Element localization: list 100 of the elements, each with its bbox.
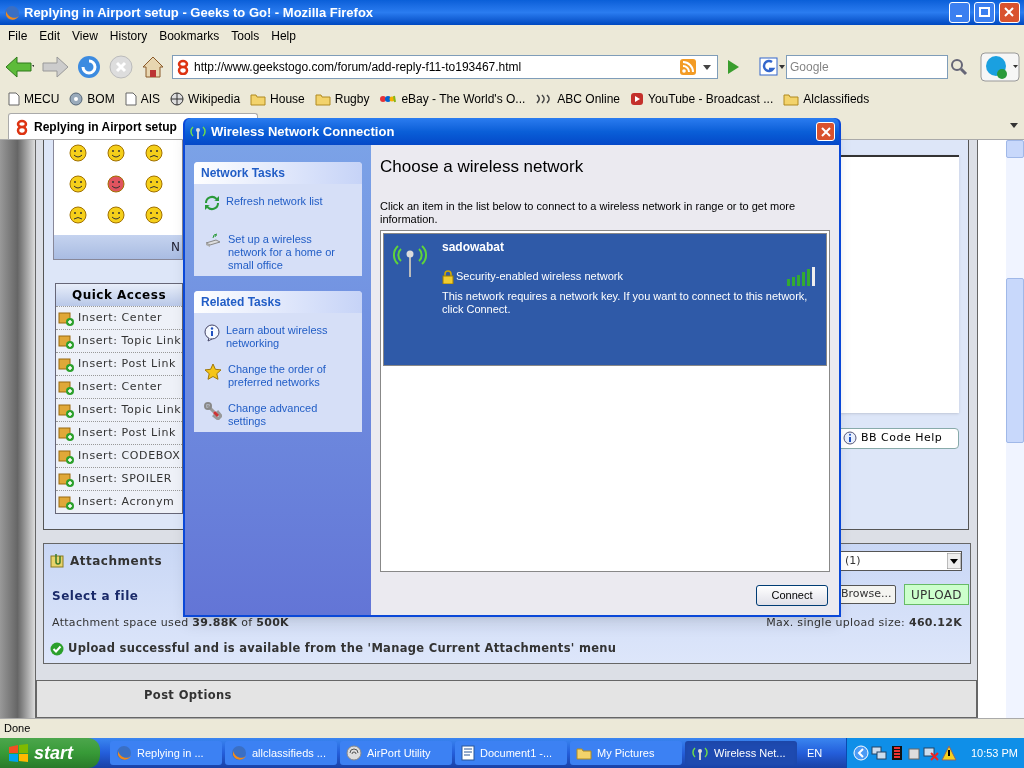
task-link[interactable]: Change advanced settings <box>228 402 352 428</box>
bookmark-link[interactable]: BOM <box>69 90 115 108</box>
menu-item[interactable]: Help <box>265 27 302 45</box>
bookmark-link[interactable]: Wikipedia <box>170 90 241 108</box>
plus-box-icon <box>58 494 74 510</box>
file-dropdown[interactable]: (1) <box>840 551 962 571</box>
disconnected-icon[interactable] <box>923 745 939 761</box>
smiley-icon[interactable] <box>144 142 164 162</box>
wrench-icon <box>204 402 222 420</box>
task-link[interactable]: Learn about wireless networking <box>226 324 352 350</box>
address-field[interactable]: http://www.geekstogo.com/forum/add-reply-f11-to193467.html <box>172 55 718 79</box>
bookmark-link[interactable]: MECU <box>8 90 60 108</box>
menu-item[interactable]: File <box>2 27 34 45</box>
panel-title: Related Tasks <box>201 294 281 311</box>
dialog-heading: Choose a wireless network <box>380 156 585 178</box>
smiley-icon[interactable] <box>68 142 88 162</box>
task-link[interactable]: Set up a wireless network for a home or small office <box>228 233 352 272</box>
maximize-icon[interactable] <box>979 7 990 18</box>
back-icon[interactable] <box>4 55 34 79</box>
panel-title: Post Options <box>144 687 232 704</box>
menu-item[interactable]: Bookmarks <box>153 27 226 45</box>
info-icon <box>843 430 857 447</box>
reload-icon[interactable] <box>76 54 102 80</box>
search-icon[interactable] <box>948 56 970 78</box>
taskbar-button[interactable]: Wireless Net... <box>685 741 797 765</box>
quick-access-item[interactable]: Insert: Post Link <box>56 352 182 375</box>
ebay-logo-icon <box>379 93 398 105</box>
maximize-button[interactable] <box>974 2 995 23</box>
document-icon <box>461 745 475 761</box>
emoticons-link[interactable]: N <box>171 238 180 256</box>
chat-icon[interactable] <box>980 52 1020 82</box>
drive-icon[interactable] <box>907 745 921 761</box>
bookmark-link[interactable]: Rugby <box>314 90 370 108</box>
bookmark-link[interactable]: YouTube - Broadcast ... <box>630 90 774 108</box>
minimize-button[interactable] <box>949 2 970 23</box>
smiley-icon[interactable] <box>68 204 88 224</box>
taskbar-button[interactable]: Document1 -... <box>455 741 567 765</box>
smiley-icon[interactable] <box>106 173 126 193</box>
menu-item[interactable]: Tools <box>225 27 266 45</box>
smiley-icon[interactable] <box>144 173 164 193</box>
smiley-icon[interactable] <box>68 173 88 193</box>
warning-icon[interactable] <box>941 745 957 761</box>
quick-access-item[interactable]: Insert: SPOILER <box>56 467 182 490</box>
meter-icon[interactable] <box>889 745 905 761</box>
quick-access-item[interactable]: Insert: CODEBOX <box>56 444 182 467</box>
status-text: Done <box>4 721 31 737</box>
folder-icon <box>783 92 800 106</box>
task-link[interactable]: Change the order of preferred networks <box>228 363 352 389</box>
smiley-icon[interactable] <box>144 204 164 224</box>
bookmark-link[interactable]: eBay - The World's O... <box>379 90 526 108</box>
wifi-icon <box>346 745 362 761</box>
task-link[interactable]: Refresh network list <box>226 195 352 208</box>
instructions-text: Click an item in the list below to connect to a wireless network in range or to get more information. <box>380 199 797 226</box>
search-field[interactable]: Google <box>786 55 948 79</box>
quick-access-item[interactable]: Insert: Center <box>56 375 182 398</box>
chevron-icon[interactable] <box>853 745 869 761</box>
close-button[interactable] <box>816 122 835 141</box>
network-description: This network requires a network key. If you want to connect to this network, click Connect. <box>442 289 809 316</box>
close-button[interactable] <box>999 2 1020 23</box>
network-icon[interactable] <box>871 745 887 761</box>
site-icon <box>15 118 29 135</box>
taskbar-button[interactable]: allclassifieds ... <box>225 741 337 765</box>
menu-item[interactable]: History <box>103 27 154 45</box>
menu-item[interactable]: Edit <box>33 27 67 45</box>
quick-access-item[interactable]: Insert: Topic Link <box>56 398 182 421</box>
dropdown-icon <box>947 553 961 569</box>
language-indicator[interactable]: EN <box>807 746 823 759</box>
taskbar-button[interactable]: AirPort Utility <box>340 741 452 765</box>
search-engine-icon[interactable] <box>758 56 786 78</box>
router-icon <box>204 233 222 249</box>
taskbar-button[interactable]: Replying in ... <box>110 741 222 765</box>
network-item[interactable]: sadowabat Security-enabled wireless network This network requires a network key. If you want to connect to this network, click Connect. <box>383 232 827 366</box>
scrollbar[interactable] <box>1006 140 1024 718</box>
connect-button[interactable]: Connect <box>756 584 828 606</box>
home-icon[interactable] <box>140 54 166 80</box>
bookmark-link[interactable]: AIS <box>124 90 161 108</box>
smiley-icon[interactable] <box>106 204 126 224</box>
window-title: Replying in Airport setup - Geeks to Go! - Mozilla Firefox <box>24 3 375 22</box>
taskbar-button[interactable]: My Pictures <box>570 741 682 765</box>
antenna-icon <box>189 124 207 139</box>
quick-access-item[interactable]: Insert: Acronym <box>56 490 182 513</box>
upload-button[interactable]: UPLOAD <box>904 584 969 605</box>
start-button[interactable]: start <box>0 738 100 768</box>
windows-logo-icon <box>8 743 30 763</box>
quick-access-item[interactable]: Insert: Post Link <box>56 421 182 444</box>
scroll-thumb[interactable] <box>1006 278 1024 443</box>
plus-box-icon <box>58 333 74 349</box>
close-icon[interactable] <box>1004 7 1015 18</box>
clock: 10:53 PM <box>970 745 1018 761</box>
bookmark-link[interactable]: ABC Online <box>535 90 621 108</box>
bookmark-link[interactable]: House <box>250 90 305 108</box>
network-name: sadowabat <box>442 238 505 256</box>
close-icon[interactable] <box>820 126 831 137</box>
menu-item[interactable]: View <box>66 27 104 45</box>
quick-access-item[interactable]: Insert: Center <box>56 306 182 329</box>
smiley-icon[interactable] <box>106 142 126 162</box>
bookmark-link[interactable]: Alclassifieds <box>783 90 870 108</box>
bb-code-help-button[interactable]: BB Code Help <box>840 428 959 449</box>
quick-access-item[interactable]: Insert: Topic Link <box>56 329 182 352</box>
upload-success-message: Upload successful and is available from the 'Manage Current Attachments' menu <box>68 640 617 657</box>
